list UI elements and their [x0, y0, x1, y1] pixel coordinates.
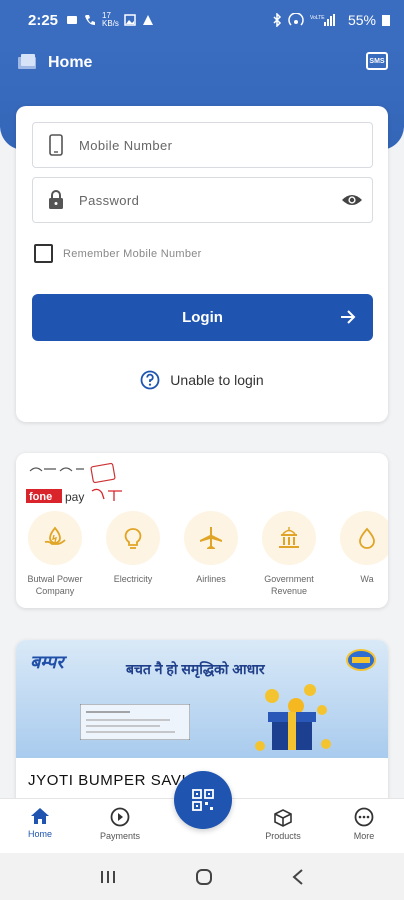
service-icon-circle: [106, 511, 160, 565]
airplane-icon: [200, 527, 222, 549]
page-title: Home: [48, 54, 93, 71]
svg-text:pay: pay: [65, 490, 84, 504]
status-time: 2:25: [28, 11, 59, 29]
data-speed-text: 17 KB/s: [102, 11, 119, 28]
fonepay-services-card: fone pay Butwal Power Company Electricit…: [16, 453, 388, 608]
password-field[interactable]: [32, 177, 373, 223]
battery-icon: [382, 15, 390, 26]
recent-apps-icon[interactable]: [99, 869, 117, 885]
login-button-label: Login: [182, 309, 223, 326]
image-icon: [124, 14, 136, 26]
banner-tagline: बचत नै हो समृद्धिको आधार: [126, 661, 265, 677]
system-navigation-bar: [0, 853, 404, 900]
home-header-icon: [18, 54, 36, 69]
qr-scan-button[interactable]: [174, 771, 232, 829]
mobile-number-field[interactable]: [32, 122, 373, 168]
power-hand-icon: [44, 526, 66, 545]
service-icon-circle: [340, 511, 388, 565]
bluetooth-icon: [273, 13, 282, 27]
svg-text:VoLTE: VoLTE: [310, 15, 325, 21]
message-icon: [67, 16, 78, 24]
lock-icon: [33, 190, 79, 210]
arrow-right-icon: [341, 310, 356, 324]
water-drop-icon: [359, 527, 375, 549]
payments-icon: [110, 807, 130, 827]
service-icon-circle: [184, 511, 238, 565]
nav-more[interactable]: More: [334, 807, 394, 841]
service-label: Airlines: [196, 574, 226, 584]
service-icon-circle: [28, 511, 82, 565]
promo-banner-image: बम्पर बचत नै हो समृद्धिको आधार: [16, 640, 388, 758]
unable-to-login-label: Unable to login: [170, 372, 264, 388]
system-icons: VoLTE 55%: [272, 12, 390, 28]
banner-info-box: [80, 704, 190, 740]
remember-mobile-row[interactable]: Remember Mobile Number: [34, 244, 202, 263]
nav-label: Home: [27, 829, 52, 839]
login-card: Remember Mobile Number Login Unable to l…: [16, 106, 388, 422]
qr-code-icon: [192, 789, 214, 811]
services-list: Butwal Power Company Electricity Airline…: [16, 511, 388, 597]
password-input[interactable]: [79, 192, 332, 208]
service-item[interactable]: Airlines: [172, 511, 250, 597]
bulb-icon: [124, 528, 142, 549]
phone-icon: [85, 15, 96, 25]
svg-text:fone: fone: [29, 491, 52, 503]
service-item[interactable]: Butwal Power Company: [16, 511, 94, 597]
service-item[interactable]: Government Revenue: [250, 511, 328, 597]
nav-payments[interactable]: Payments: [90, 807, 150, 841]
home-icon: [31, 808, 49, 824]
service-item[interactable]: Electricity: [94, 511, 172, 597]
phone-device-icon: [33, 134, 79, 156]
nav-label: Payments: [99, 831, 141, 841]
fonepay-logo: fone pay: [26, 462, 122, 504]
battery-text: 55%: [347, 12, 376, 28]
back-icon[interactable]: [291, 868, 305, 886]
more-icon: [354, 807, 374, 827]
nav-label: More: [353, 831, 375, 841]
question-circle-icon: [140, 370, 160, 390]
treasure-box-icon: [255, 684, 331, 751]
unable-to-login-link[interactable]: Unable to login: [16, 370, 388, 390]
mobile-number-input[interactable]: [79, 137, 372, 153]
service-label: Butwal Power Company: [27, 574, 83, 596]
banner-logo: बम्पर: [30, 652, 64, 672]
status-bar: 2:25 17 KB/s VoLTE 55%: [0, 0, 404, 40]
nav-products[interactable]: Products: [253, 807, 313, 841]
service-icon-circle: [262, 511, 316, 565]
show-password-icon[interactable]: [332, 193, 372, 207]
hotspot-icon: [288, 13, 304, 26]
remember-checkbox[interactable]: [34, 244, 53, 263]
home-button-icon[interactable]: [194, 867, 214, 887]
products-icon: [274, 809, 292, 827]
service-label: Wa: [360, 574, 374, 584]
nav-label: Products: [265, 831, 301, 841]
service-label: Government Revenue: [264, 574, 314, 596]
bank-emblem-icon: [346, 649, 376, 671]
government-building-icon: [279, 527, 299, 548]
banner-title: JYOTI BUMPER SAVI: [28, 772, 187, 789]
signal-icon: VoLTE: [310, 14, 335, 26]
remember-label: Remember Mobile Number: [63, 247, 202, 260]
service-label: Electricity: [113, 574, 153, 584]
nav-home[interactable]: Home: [10, 807, 70, 839]
notification-icons: 17 KB/s: [66, 12, 154, 28]
warning-icon: [143, 15, 154, 25]
service-item[interactable]: Wa: [328, 511, 388, 597]
sms-icon[interactable]: SMS: [366, 52, 388, 70]
login-button[interactable]: Login: [32, 294, 373, 341]
